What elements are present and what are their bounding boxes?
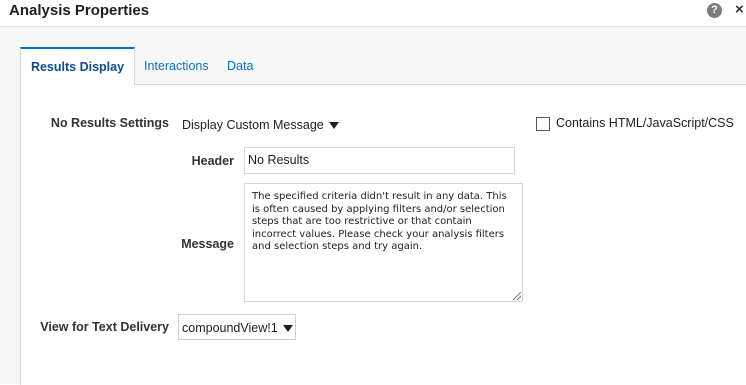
header-input[interactable]: No Results [244,147,515,174]
tab-results-display[interactable]: Results Display [20,47,135,85]
dropdown-arrow-icon [328,122,339,130]
no-results-settings-select[interactable]: Display Custom Message [178,111,345,137]
no-results-settings-value: Display Custom Message [182,118,324,132]
dialog-title: Analysis Properties [9,2,150,19]
contains-html-label: Contains HTML/JavaScript/CSS [556,116,734,130]
message-text: The specified criteria didn't result in … [252,191,507,253]
text-delivery-value: compoundView!1 [182,321,278,335]
text-delivery-label: View for Text Delivery [40,320,169,334]
dialog-titlebar: Analysis Properties ? × [0,0,746,26]
tab-interactions[interactable]: Interactions [144,48,209,84]
message-label: Message [181,237,234,251]
text-delivery-select[interactable]: compoundView!1 [178,314,296,340]
help-icon[interactable]: ? [707,3,722,18]
message-textarea[interactable]: The specified criteria didn't result in … [244,183,523,302]
close-icon[interactable]: × [735,1,744,18]
no-results-settings-label: No Results Settings [50,116,169,130]
contains-html-checkbox[interactable] [536,117,550,131]
resize-handle-icon[interactable] [513,292,521,300]
header-label: Header [191,154,234,168]
tab-data[interactable]: Data [227,48,253,84]
dropdown-arrow-icon [282,325,293,333]
